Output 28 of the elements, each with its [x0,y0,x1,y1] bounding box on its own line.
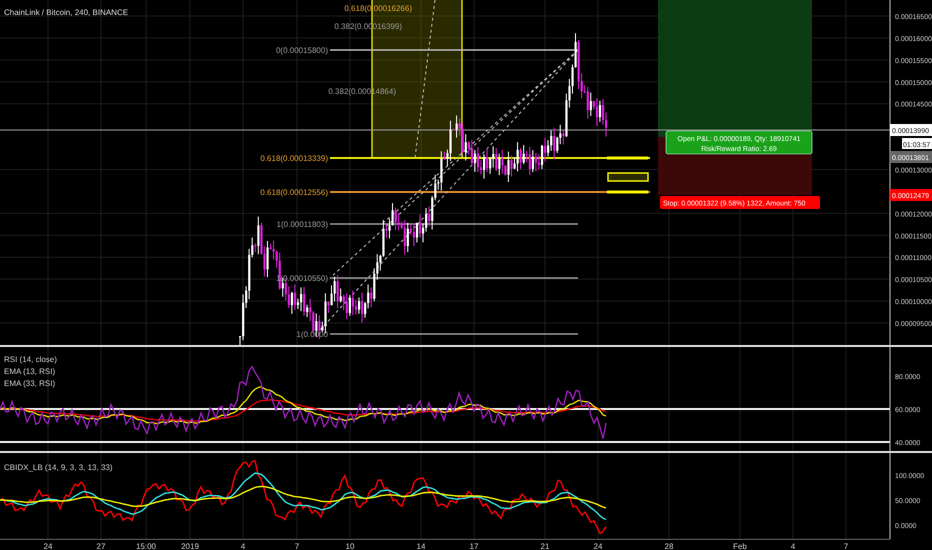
time-tick: 2019 [181,542,199,550]
time-tick: 24 [44,542,52,550]
chart-title: ChainLink / Bitcoin, 240, BINANCE [4,8,128,17]
fib-level-line[interactable] [330,223,578,225]
indicator-legend: RSI (14, close) [4,355,57,364]
time-tick: 21 [540,542,550,550]
fib-level-label: 0(0.00015800) [276,46,328,55]
fib-level-label: 0.618(0.00013339) [260,154,328,163]
time-tick: 17 [470,542,478,550]
time-tick: 27 [96,542,106,550]
entry-marker[interactable] [607,172,649,182]
indicator-legend: EMA (13, RSI) [4,367,56,376]
time-tick: 15:00 [136,542,156,550]
time-tick: 4 [790,542,796,550]
time-tick: Feb [733,542,747,550]
indicator-legend: CBIDX_LB (14, 9, 3, 3, 13, 33) [4,463,113,472]
fib-level-line[interactable] [330,277,578,279]
time-tick: 14 [416,542,426,550]
fib-level-label: 1(0.00011803) [276,220,328,229]
indicator-legend: EMA (33, RSI) [4,379,56,388]
time-tick: 7 [844,542,848,550]
time-tick: 7 [294,542,300,550]
time-tick: 24 [594,542,602,550]
fib-level-label: 0.618(0.00012556) [260,188,328,197]
time-tick: 28 [664,542,674,550]
time-tick: 4 [240,542,246,550]
profit-zone[interactable] [658,0,812,137]
time-tick: 10 [346,542,354,550]
